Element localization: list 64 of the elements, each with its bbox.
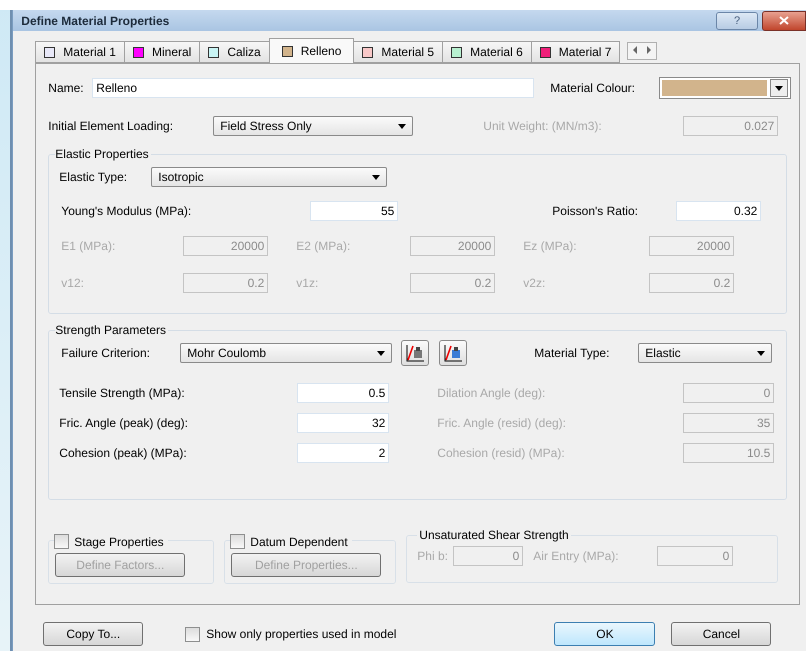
checkbox-label: Stage Properties (74, 534, 164, 548)
field-label: Elastic Type: (59, 170, 128, 184)
field-label: Name: (48, 81, 85, 95)
caret-icon (775, 86, 783, 90)
group-title: Unsaturated Shear Strength (417, 528, 571, 542)
field-label: Dilation Angle (deg): (437, 386, 546, 400)
material-tab[interactable]: Caliza (199, 41, 270, 63)
caret-icon (372, 174, 380, 180)
material-tab[interactable]: Mineral (124, 41, 200, 63)
material-type-dropdown[interactable]: Elastic (638, 343, 772, 363)
material-tab[interactable]: Material 7 (530, 41, 620, 63)
field-label: Phi b: (417, 549, 449, 563)
field-label: E2 (MPa): (296, 239, 352, 253)
field-label: v12: (61, 276, 85, 290)
graph-icon (405, 344, 426, 362)
field-label: Young's Modulus (MPa): (61, 204, 192, 218)
group-title: Elastic Properties (55, 147, 151, 161)
field-label: Poisson's Ratio: (552, 204, 639, 218)
value-field[interactable]: 0.5 (297, 383, 390, 403)
elastic-type-dropdown[interactable]: Isotropic (151, 167, 388, 187)
field-label: Material Colour: (550, 81, 635, 95)
field-label: Fric. Angle (resid) (deg): (437, 416, 568, 430)
material-tab[interactable]: Material 6 (442, 41, 532, 63)
field-label: Cohesion (peak) (MPa): (59, 446, 188, 460)
field-label: Fric. Angle (peak) (deg): (59, 416, 190, 430)
value-field[interactable]: 55 (310, 201, 398, 221)
failure-criterion-dropdown[interactable]: Mohr Coulomb (180, 343, 392, 363)
value-field[interactable]: 32 (297, 413, 390, 433)
field-label: v2z: (523, 276, 546, 290)
material-tab[interactable]: Material 5 (353, 41, 444, 63)
checkbox[interactable] (185, 626, 200, 642)
field-label: Cohesion (resid) (MPa): (437, 446, 566, 460)
value-field[interactable]: 0.32 (676, 201, 762, 221)
close-icon (779, 16, 789, 25)
copy-to-button[interactable]: Copy To... (43, 622, 144, 646)
checkbox-label: Show only properties used in model (206, 627, 396, 641)
graph-icon (443, 344, 464, 362)
caret-icon (377, 350, 386, 356)
field-label: Unit Weight: (MN/m3): (483, 119, 603, 133)
help-button[interactable]: ? (716, 12, 758, 30)
field-label: Material Type: (534, 346, 610, 360)
caret-icon (757, 350, 766, 356)
field-label: E1 (MPa): (61, 239, 116, 253)
ok-button[interactable]: OK (554, 622, 656, 646)
group-title: Strength Parameters (55, 323, 168, 337)
material-tab[interactable]: Material 1 (35, 41, 125, 63)
close-button[interactable] (762, 10, 806, 30)
field-label: Failure Criterion: (61, 346, 151, 360)
value-field[interactable]: 2 (297, 443, 390, 463)
field-label: Tensile Strength (MPa): (59, 386, 186, 400)
field-label: v1z: (296, 276, 320, 290)
field-label: Ez (MPa): (523, 239, 578, 253)
cancel-button[interactable]: Cancel (671, 622, 772, 646)
field-label: Air Entry (MPa): (533, 549, 620, 563)
window-title: Define Material Properties (21, 14, 170, 28)
name-field[interactable]: Relleno (92, 78, 534, 98)
caret-icon (398, 124, 406, 128)
material-tab[interactable]: Relleno (268, 38, 354, 63)
checkbox-label: Datum Dependent (250, 534, 348, 548)
field-label: Initial Element Loading: (48, 119, 174, 133)
colour-picker[interactable] (659, 77, 791, 99)
plot-button[interactable] (439, 340, 468, 366)
loading-dropdown[interactable]: Field Stress Only (213, 116, 414, 136)
plot-button[interactable] (401, 340, 430, 366)
